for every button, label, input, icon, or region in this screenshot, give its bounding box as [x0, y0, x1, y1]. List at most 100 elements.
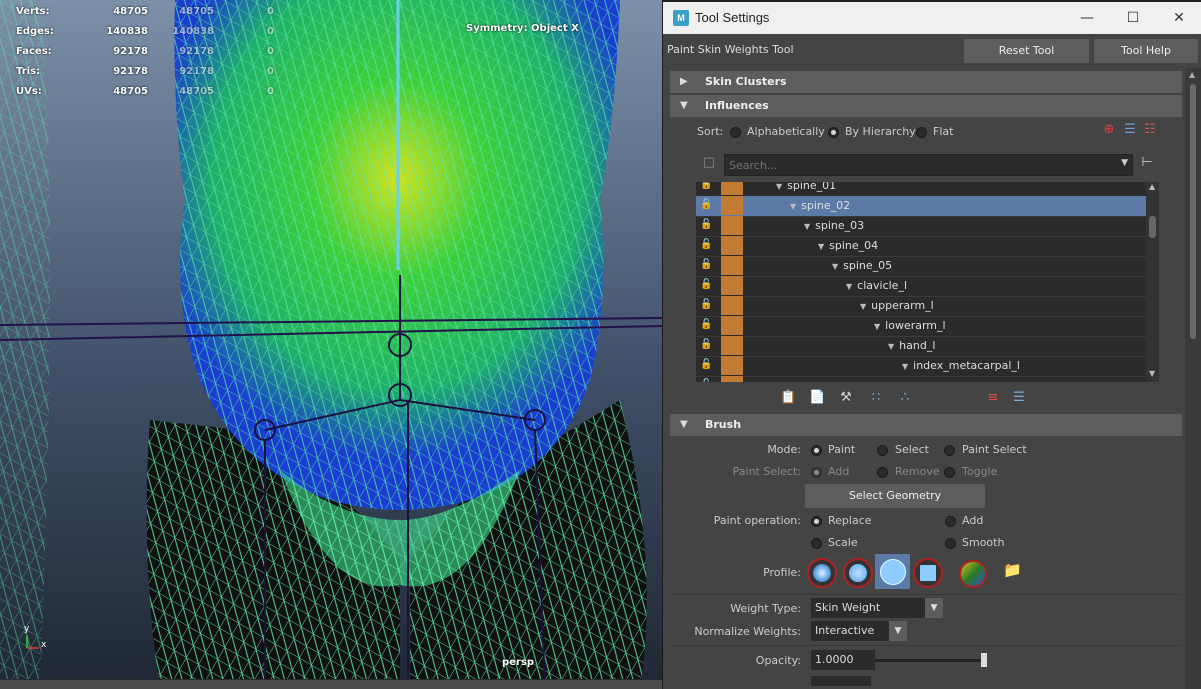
tree-row[interactable]: 🔓 ▼ index_metacarpal_l — [696, 356, 1146, 377]
paint-select-toggle-radio[interactable] — [944, 467, 955, 478]
hud-value-selected: 140838 — [172, 26, 214, 37]
tree-row[interactable]: 🔓 ▼ spine_03 — [696, 216, 1146, 237]
prune-icon[interactable]: ⊕ — [1101, 122, 1117, 138]
collapse-arrow-icon: ▼ — [680, 419, 688, 430]
tree-scroll-thumb[interactable] — [1149, 216, 1156, 238]
show-influences-icon[interactable]: ∴ — [897, 390, 913, 406]
opacity-slider-handle[interactable] — [981, 653, 987, 667]
tree-row[interactable]: 🔓 ▼ spine_04 — [696, 236, 1146, 257]
influence-color-swatch[interactable] — [721, 276, 743, 295]
influence-color-swatch[interactable] — [721, 216, 743, 235]
tree-row[interactable]: 🔓 ▼ spine_05 — [696, 256, 1146, 277]
tree-row[interactable]: 🔓 ▼ lowerarm_l — [696, 316, 1146, 337]
tree-row[interactable]: 🔓 ▼ upperarm_l — [696, 296, 1146, 317]
tree-row[interactable]: 🔓 ▼ hand_l — [696, 336, 1146, 357]
texture-brush-icon[interactable] — [959, 560, 987, 588]
paint-op-smooth-radio[interactable] — [945, 538, 956, 549]
opacity-field[interactable]: 1.0000 — [811, 650, 875, 670]
hud-label: Edges: — [16, 26, 54, 37]
influence-search-field[interactable]: ▼ — [724, 154, 1133, 176]
influence-color-swatch[interactable] — [721, 236, 743, 255]
paint-select-remove-radio[interactable] — [877, 467, 888, 478]
influence-color-swatch[interactable] — [721, 356, 743, 375]
window-title: Tool Settings — [695, 10, 770, 25]
remove-influence-icon[interactable]: ≡ — [985, 390, 1001, 406]
paint-operation-label: Paint operation: — [713, 514, 801, 527]
tree-row-selected[interactable]: 🔓 ▼ spine_02 — [696, 196, 1146, 217]
paint-op-replace-radio[interactable] — [811, 516, 822, 527]
lock-icon[interactable]: 🔓 — [700, 219, 714, 233]
section-influences[interactable]: ▼ Influences — [670, 95, 1182, 117]
solid-brush-icon[interactable] — [878, 557, 908, 587]
sort-alphabetically-radio[interactable] — [730, 127, 741, 138]
tool-help-button[interactable]: Tool Help — [1094, 39, 1198, 63]
lock-icon[interactable]: 🔓 — [700, 299, 714, 313]
tree-row[interactable]: 🔓 ▼ spine_01 — [696, 182, 1146, 197]
gaussian-brush-icon[interactable] — [807, 558, 837, 588]
lock-icon[interactable]: 🔓 — [700, 339, 714, 353]
mode-paint-radio[interactable] — [811, 445, 822, 456]
lock-icon[interactable]: 🔓 — [700, 239, 714, 253]
soft-brush-icon[interactable] — [843, 558, 873, 588]
scroll-up-icon[interactable]: ▲ — [1189, 70, 1195, 79]
hud-label: UVs: — [16, 86, 42, 97]
paste-weights-icon[interactable]: 📄 — [809, 390, 825, 406]
sort-by-hierarchy-radio[interactable] — [828, 127, 839, 138]
influence-color-swatch[interactable] — [721, 376, 743, 382]
search-input[interactable] — [727, 156, 1111, 174]
scroll-down-icon[interactable]: ▼ — [1149, 369, 1155, 378]
title-bar[interactable]: M Tool Settings — ☐ ✕ — [663, 2, 1201, 34]
lock-icon[interactable]: 🔓 — [700, 359, 714, 373]
tree-row[interactable]: 🔓 ▼ clavicle_l — [696, 276, 1146, 297]
influence-color-swatch[interactable] — [721, 336, 743, 355]
influence-color-swatch[interactable] — [721, 256, 743, 275]
hud-label: Faces: — [16, 46, 52, 57]
normalize-weights-dropdown[interactable]: Interactive ▼ — [811, 621, 907, 641]
lock-icon[interactable]: 🔓 — [700, 259, 714, 273]
influence-color-swatch[interactable] — [721, 296, 743, 315]
lock-icon[interactable]: 🔓 — [700, 279, 714, 293]
paint-op-scale-radio[interactable] — [811, 538, 822, 549]
lock-icon[interactable]: 🔓 — [700, 319, 714, 333]
paint-op-add-radio[interactable] — [945, 516, 956, 527]
mode-select-radio[interactable] — [877, 445, 888, 456]
pin-icon[interactable]: ⊢ — [1139, 155, 1155, 171]
weight-hammer-icon[interactable]: ⚒ — [838, 390, 854, 406]
folder-icon[interactable]: 📁 — [1003, 562, 1022, 578]
close-button[interactable]: ✕ — [1156, 2, 1201, 34]
opacity-slider-track[interactable] — [875, 653, 987, 667]
list-view-icon[interactable]: ☰ — [1122, 122, 1138, 138]
section-brush[interactable]: ▼ Brush — [670, 414, 1182, 436]
hierarchy-view-icon[interactable]: ☷ — [1142, 122, 1158, 138]
3d-viewport[interactable]: Verts: 48705 48705 0 Edges: 140838 14083… — [0, 0, 662, 689]
copy-weights-icon[interactable]: 📋 — [780, 390, 796, 406]
influence-color-swatch[interactable] — [721, 316, 743, 335]
tree-scrollbar[interactable]: ▲ ▼ — [1146, 182, 1159, 382]
lock-icon[interactable]: 🔓 — [700, 199, 714, 213]
lock-icon[interactable]: 🔓 — [700, 379, 714, 382]
paint-select-add-radio[interactable] — [811, 467, 822, 478]
influence-color-swatch[interactable] — [721, 196, 743, 215]
select-geometry-button[interactable]: Select Geometry — [805, 484, 985, 508]
square-brush-icon[interactable] — [913, 558, 943, 588]
tool-name: Paint Skin Weights Tool — [667, 43, 794, 56]
sort-flat-radio[interactable] — [916, 127, 927, 138]
search-dropdown-icon[interactable]: ▼ — [1121, 158, 1128, 168]
next-value-field[interactable] — [811, 676, 871, 686]
weight-type-dropdown[interactable]: Skin Weight ▼ — [811, 598, 943, 618]
lock-icon[interactable]: 🔓 — [700, 182, 714, 193]
filter-select-icon[interactable]: □ — [701, 155, 717, 171]
influence-color-swatch[interactable] — [721, 182, 743, 195]
mode-paint-select-radio[interactable] — [944, 445, 955, 456]
reset-tool-button[interactable]: Reset Tool — [964, 39, 1089, 63]
scroll-up-icon[interactable]: ▲ — [1149, 182, 1155, 191]
time-slider[interactable] — [0, 679, 662, 689]
panel-scroll-thumb[interactable] — [1190, 84, 1196, 339]
maximize-button[interactable]: ☐ — [1110, 2, 1156, 34]
section-skin-clusters[interactable]: ▶ Skin Clusters — [670, 71, 1182, 93]
add-influence-icon[interactable]: ☰ — [1011, 390, 1027, 406]
panel-scrollbar[interactable]: ▲ — [1185, 68, 1201, 689]
move-weights-icon[interactable]: ∷ — [868, 390, 884, 406]
tree-row[interactable]: 🔓 — [696, 376, 1146, 382]
minimize-button[interactable]: — — [1064, 2, 1110, 34]
